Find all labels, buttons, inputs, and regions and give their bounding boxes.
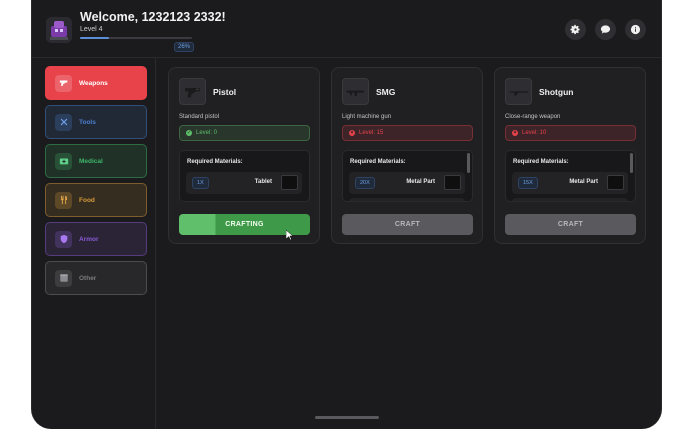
sidebar-item-tools[interactable]: Tools bbox=[45, 105, 147, 139]
sidebar-item-other[interactable]: Other bbox=[45, 261, 147, 295]
sidebar-item-label: Food bbox=[79, 196, 95, 204]
sidebar-item-armor[interactable]: Armor bbox=[45, 222, 147, 256]
material-thumbnail bbox=[444, 175, 461, 190]
weapon-name: Shotgun bbox=[539, 87, 574, 97]
material-quantity: 15X bbox=[518, 177, 538, 189]
chat-button[interactable] bbox=[595, 19, 616, 40]
level-label: Level 4 bbox=[80, 26, 103, 33]
level-requirement-text: Level: 10 bbox=[522, 130, 547, 136]
shotgun-icon bbox=[505, 78, 532, 105]
weapon-description: Light machine gun bbox=[342, 114, 392, 120]
materials-title: Required Materials: bbox=[187, 159, 243, 165]
app-window: Welcome, 1232123 2332! Level 4 26% Weapo… bbox=[31, 0, 662, 429]
header: Welcome, 1232123 2332! Level 4 26% bbox=[32, 0, 661, 58]
craft-button[interactable]: CRAFT bbox=[505, 214, 636, 235]
sidebar-item-medical[interactable]: Medical bbox=[45, 144, 147, 178]
sidebar-item-label: Weapons bbox=[79, 79, 108, 87]
material-quantity: 1X bbox=[192, 177, 209, 189]
material-thumbnail bbox=[607, 175, 624, 190]
level-requirement: ✓ Level: 0 bbox=[179, 125, 310, 141]
welcome-title: Welcome, 1232123 2332! bbox=[80, 10, 226, 24]
material-row: 20X Metal Part bbox=[349, 172, 465, 194]
fork-knife-icon bbox=[55, 191, 72, 209]
medkit-icon bbox=[55, 152, 72, 170]
sidebar-item-label: Armor bbox=[79, 235, 99, 243]
info-icon bbox=[630, 24, 641, 35]
material-name: Metal Part bbox=[569, 179, 598, 185]
home-indicator[interactable] bbox=[315, 416, 379, 419]
weapon-name: SMG bbox=[376, 87, 396, 97]
material-row: 15X Metal Part bbox=[512, 172, 628, 194]
level-requirement: × Level: 15 bbox=[342, 125, 473, 141]
mouse-cursor-icon bbox=[286, 230, 294, 240]
weapon-card-shotgun: Shotgun Close-range weapon × Level: 10 R… bbox=[494, 67, 646, 244]
info-button[interactable] bbox=[625, 19, 646, 40]
weapon-description: Close-range weapon bbox=[505, 114, 561, 120]
pistol-icon bbox=[179, 78, 206, 105]
weapon-card-pistol: Pistol Standard pistol ✓ Level: 0 Requir… bbox=[168, 67, 320, 244]
gear-icon bbox=[570, 24, 580, 35]
sidebar-item-label: Other bbox=[79, 274, 97, 282]
weapon-description: Standard pistol bbox=[179, 114, 220, 120]
materials-title: Required Materials: bbox=[350, 159, 406, 165]
material-row bbox=[349, 198, 465, 201]
material-name: Tablet bbox=[254, 179, 272, 185]
shield-icon bbox=[55, 230, 72, 248]
material-name: Metal Part bbox=[406, 179, 435, 185]
material-row: 1X Tablet bbox=[186, 172, 302, 194]
settings-button[interactable] bbox=[565, 19, 586, 40]
chat-icon bbox=[600, 25, 611, 34]
box-icon bbox=[55, 269, 72, 287]
xp-progress-bar bbox=[80, 37, 192, 39]
required-materials-panel: Required Materials: 20X Metal Part bbox=[342, 150, 473, 202]
sidebar-item-food[interactable]: Food bbox=[45, 183, 147, 217]
xp-percent-badge: 26% bbox=[174, 42, 195, 52]
weapon-name: Pistol bbox=[213, 87, 237, 97]
required-materials-panel: Required Materials: 15X Metal Part bbox=[505, 150, 636, 202]
material-thumbnail bbox=[281, 175, 298, 190]
materials-scrollbar[interactable] bbox=[467, 153, 470, 173]
wrench-icon bbox=[55, 113, 72, 131]
sidebar-item-label: Medical bbox=[79, 157, 103, 165]
required-materials-panel: Required Materials: 1X Tablet bbox=[179, 150, 310, 202]
sidebar-item-weapons[interactable]: Weapons bbox=[45, 66, 147, 100]
smg-icon bbox=[342, 78, 369, 105]
xp-progress-fill bbox=[80, 37, 110, 39]
materials-scrollbar[interactable] bbox=[630, 153, 633, 173]
lock-icon: × bbox=[349, 130, 355, 136]
avatar bbox=[46, 17, 72, 43]
check-icon: ✓ bbox=[186, 130, 192, 136]
level-requirement: × Level: 10 bbox=[505, 125, 636, 141]
gun-icon bbox=[55, 74, 72, 92]
sidebar-item-label: Tools bbox=[79, 118, 96, 126]
materials-title: Required Materials: bbox=[513, 159, 569, 165]
material-quantity: 20X bbox=[355, 177, 375, 189]
weapon-card-smg: SMG Light machine gun × Level: 15 Requir… bbox=[331, 67, 483, 244]
material-row bbox=[512, 198, 628, 201]
level-requirement-text: Level: 0 bbox=[196, 130, 218, 136]
lock-icon: × bbox=[512, 130, 518, 136]
level-requirement-text: Level: 15 bbox=[359, 130, 384, 136]
craft-button[interactable]: CRAFT bbox=[342, 214, 473, 235]
category-sidebar: Weapons Tools Medical Food Armor Other bbox=[32, 58, 156, 429]
